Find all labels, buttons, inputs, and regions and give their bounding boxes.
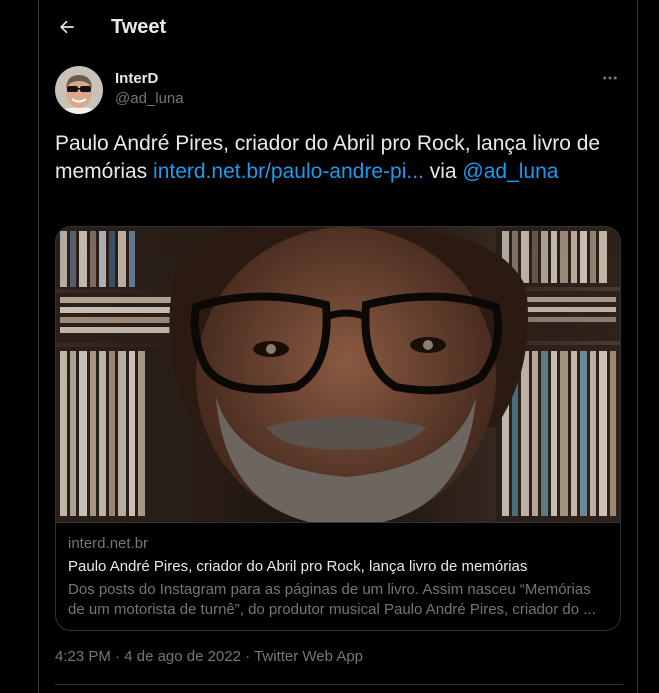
tweet-mention[interactable]: @ad_luna [462, 160, 558, 183]
author-display-name[interactable]: InterD [115, 70, 158, 87]
page-header: Tweet [39, 0, 637, 54]
meta-separator-2: · [245, 648, 251, 665]
card-domain: interd.net.br [68, 535, 149, 552]
link-card[interactable]: interd.net.br Paulo André Pires, criador… [55, 226, 621, 631]
meta-separator: · [115, 648, 121, 665]
more-horizontal-icon [603, 76, 617, 80]
page-title: Tweet [111, 16, 167, 38]
tweet-date[interactable]: 4 de ago de 2022 [124, 648, 241, 665]
card-description: Dos posts do Instagram para as páginas d… [68, 581, 596, 618]
card-photo [56, 227, 620, 522]
divider [55, 684, 623, 685]
tweet-meta: 4:23 PM · 4 de ago de 2022 · Twitter Web… [55, 648, 363, 665]
tweet-source[interactable]: Twitter Web App [254, 648, 363, 665]
tweet-text-via: via [423, 160, 463, 183]
more-options-button[interactable] [597, 66, 623, 90]
arrow-left-icon [60, 20, 74, 34]
author-handle[interactable]: @ad_luna [115, 90, 184, 107]
card-title: Paulo André Pires, criador do Abril pro … [68, 558, 528, 575]
back-button[interactable] [49, 9, 85, 45]
tweet-text: Paulo André Pires, criador do Abril pro … [55, 130, 627, 186]
avatar-image [55, 66, 103, 114]
tweet-author: InterD @ad_luna [55, 66, 623, 114]
tweet-time[interactable]: 4:23 PM [55, 648, 111, 665]
card-info: interd.net.br Paulo André Pires, criador… [56, 522, 620, 630]
tweet-column: Tweet InterD @ad_luna Paulo André Pires,… [38, 0, 638, 693]
tweet-link[interactable]: interd.net.br/paulo-andre-pi... [153, 160, 424, 183]
avatar[interactable] [55, 66, 103, 114]
card-image [56, 227, 620, 522]
